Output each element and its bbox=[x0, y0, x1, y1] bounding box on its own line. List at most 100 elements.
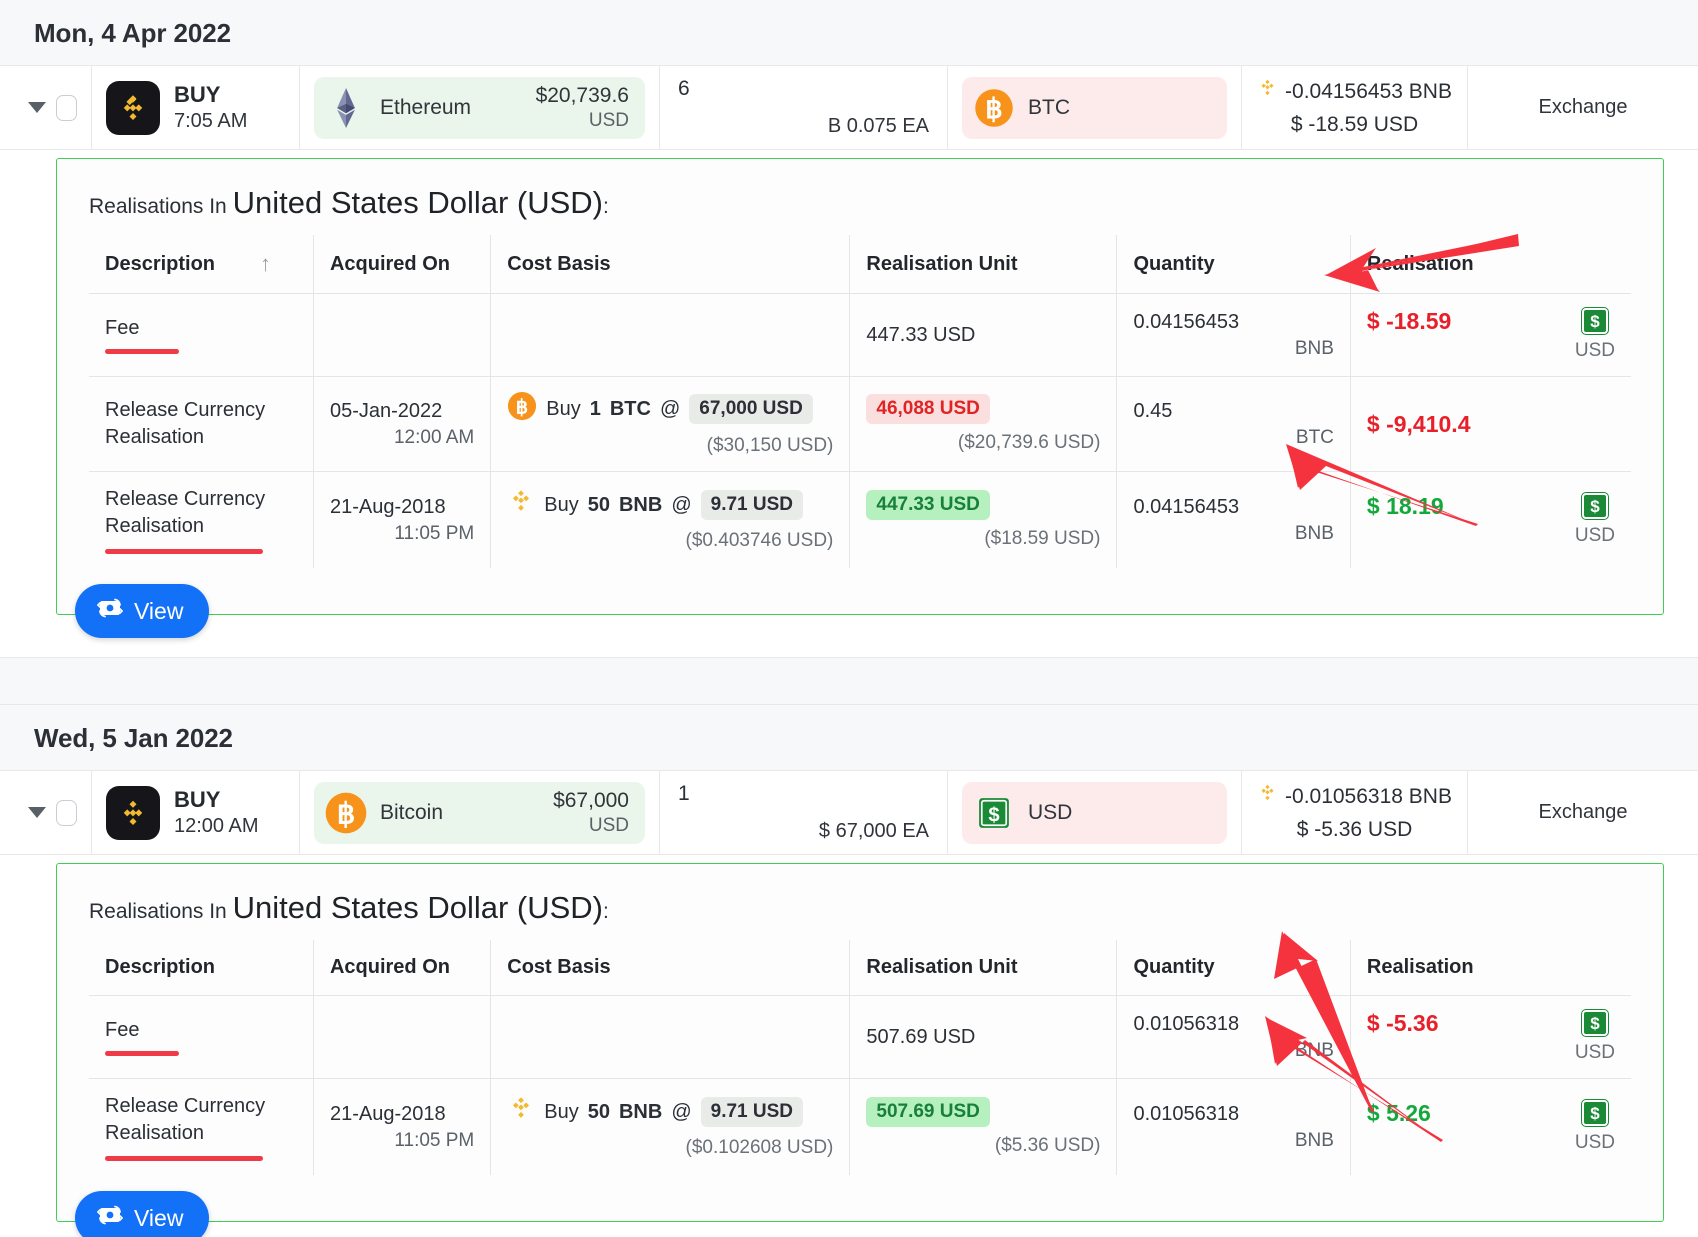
incoming-asset-amount-group: $67,000 USD bbox=[553, 789, 629, 837]
view-button-label: View bbox=[134, 1204, 184, 1231]
realisation-unit-subtotal: ($5.36 USD) bbox=[994, 1135, 1101, 1156]
column-header-realisation[interactable]: Realisation bbox=[1350, 235, 1631, 294]
svg-text:฿: ฿ bbox=[337, 798, 355, 830]
incoming-asset-cell: ฿ Bitcoin $67,000 USD bbox=[300, 771, 660, 854]
view-button[interactable]: View bbox=[75, 584, 210, 638]
fee-fiat: $ -18.59 USD bbox=[1290, 113, 1419, 136]
description-underline-annotation bbox=[105, 1156, 263, 1161]
day-header: Mon, 4 Apr 2022 bbox=[0, 0, 1698, 66]
source-label: Exchange bbox=[1538, 801, 1628, 823]
cell-description: Release Currency Realisation bbox=[89, 376, 314, 472]
column-header-realisation[interactable]: Realisation bbox=[1350, 940, 1631, 996]
realisation-value: $ -18.59 bbox=[1366, 308, 1452, 334]
incoming-asset-name: Ethereum bbox=[380, 95, 472, 119]
acquired-date: 21-Aug-2018 bbox=[329, 495, 446, 518]
usd-icon: $ bbox=[1581, 308, 1608, 334]
cell-realisation: $ 5.26 $ USD bbox=[1350, 1079, 1631, 1176]
outgoing-asset-cell: $ USD bbox=[948, 771, 1242, 854]
acquired-date: 05-Jan-2022 bbox=[329, 399, 443, 422]
cell-description: Fee bbox=[89, 995, 314, 1079]
fee-amount-group: -0.01056318 BNB bbox=[1257, 783, 1452, 810]
panel-title-prefix: Realisations In bbox=[89, 195, 227, 218]
row-select-checkbox[interactable] bbox=[56, 94, 77, 121]
transaction-type-cell: BUY 12:00 AM bbox=[92, 771, 300, 854]
quantity-value: 0.45 bbox=[1133, 399, 1173, 422]
transaction-type-text: BUY 7:05 AM bbox=[174, 82, 248, 133]
transaction-time: 12:00 AM bbox=[174, 815, 259, 838]
bnb-icon bbox=[1257, 783, 1278, 810]
outgoing-asset-cell: ฿ BTC bbox=[948, 66, 1242, 149]
cost-subtotal: ($30,150 USD) bbox=[706, 435, 834, 456]
description-underline-annotation bbox=[105, 348, 179, 354]
quantity-unit: BTC bbox=[1295, 426, 1334, 448]
realisation-unit-value: 507.69 USD bbox=[866, 1025, 976, 1048]
description-underline-annotation bbox=[105, 1050, 179, 1056]
outgoing-asset-pill: $ USD bbox=[962, 781, 1227, 844]
cell-realisation-unit: 46,088 USD ($20,739.6 USD) bbox=[849, 376, 1118, 472]
bitcoin-icon: ฿ bbox=[324, 791, 368, 835]
cell-quantity: 0.04156453 BNB bbox=[1116, 471, 1351, 568]
column-header-cost-basis[interactable]: Cost Basis bbox=[490, 940, 851, 996]
column-header-realisation-unit[interactable]: Realisation Unit bbox=[849, 235, 1118, 294]
quantity-value: 0.04156453 bbox=[1133, 495, 1240, 518]
incoming-asset-amount: $20,739.6 bbox=[535, 83, 629, 107]
cell-acquired-on: 21-Aug-2018 11:05 PM bbox=[313, 1078, 492, 1175]
cost-asset: BNB bbox=[618, 1100, 663, 1123]
cell-acquired-on: 05-Jan-2022 12:00 AM bbox=[313, 376, 492, 472]
usd-icon: $ bbox=[1581, 493, 1608, 519]
cell-realisation: $ -5.36 $ USD bbox=[1350, 995, 1631, 1079]
cell-cost-basis bbox=[490, 293, 851, 377]
transaction-summary-row[interactable]: BUY 7:05 AM Ethereum $20,739.6 USD 6 B 0… bbox=[0, 66, 1698, 150]
bnb-icon bbox=[1257, 78, 1278, 105]
cost-subtotal: ($0.403746 USD) bbox=[685, 530, 834, 551]
column-header-realisation-unit[interactable]: Realisation Unit bbox=[849, 940, 1118, 996]
column-header-acquired-on[interactable]: Acquired On bbox=[313, 940, 492, 996]
cost-action: Buy bbox=[546, 397, 581, 420]
outgoing-asset-pill: ฿ BTC bbox=[962, 76, 1227, 139]
panel-title-suffix: : bbox=[603, 195, 609, 218]
view-button[interactable]: View bbox=[75, 1191, 210, 1237]
transaction-time: 7:05 AM bbox=[174, 110, 248, 133]
description-text: Fee bbox=[105, 1018, 140, 1041]
column-header-description[interactable]: Description bbox=[89, 940, 314, 996]
panel-title: Realisations In United States Dollar (US… bbox=[89, 185, 1631, 221]
column-header-description[interactable]: Description ↑ bbox=[89, 235, 314, 294]
fee-amount-group: -0.04156453 BNB bbox=[1257, 78, 1452, 105]
sort-ascending-icon[interactable]: ↑ bbox=[260, 251, 271, 277]
column-header-quantity[interactable]: Quantity bbox=[1116, 235, 1351, 294]
quantity-unit: BNB bbox=[1294, 1039, 1334, 1061]
quantity-value: 0.01056318 bbox=[1133, 1012, 1240, 1035]
cost-price-chip: 9.71 USD bbox=[700, 490, 804, 520]
svg-text:$: $ bbox=[988, 804, 999, 826]
ethereum-icon bbox=[324, 86, 368, 130]
bnb-icon bbox=[507, 488, 535, 522]
description-text: Release Currency Realisation bbox=[105, 1095, 266, 1144]
expand-collapse-caret-icon[interactable] bbox=[28, 102, 46, 113]
incoming-asset-currency: USD bbox=[588, 109, 629, 131]
column-header-acquired-on[interactable]: Acquired On bbox=[313, 235, 492, 294]
row-select-checkbox[interactable] bbox=[56, 799, 77, 826]
quantity-value: 0.04156453 bbox=[1133, 310, 1240, 333]
expand-collapse-caret-icon[interactable] bbox=[28, 807, 46, 818]
cell-quantity: 0.04156453 BNB bbox=[1116, 293, 1351, 377]
column-header-quantity[interactable]: Quantity bbox=[1116, 940, 1351, 996]
quantity-unit: BNB bbox=[1294, 522, 1334, 544]
description-text: Release Currency Realisation bbox=[105, 488, 266, 537]
cell-quantity: 0.01056318 BNB bbox=[1116, 1078, 1351, 1175]
incoming-asset-amount-group: $20,739.6 USD bbox=[536, 84, 629, 132]
realisation-currency: USD bbox=[1574, 1042, 1615, 1063]
cell-quantity: 0.45 BTC bbox=[1116, 376, 1351, 472]
panel-title: Realisations In United States Dollar (US… bbox=[89, 890, 1631, 926]
realisation-unit-subtotal: ($20,739.6 USD) bbox=[957, 432, 1101, 453]
transaction-summary-row[interactable]: BUY 12:00 AM ฿ Bitcoin $67,000 USD 1 $ 6… bbox=[0, 771, 1698, 855]
realisation-value: $ -9,410.4 bbox=[1366, 410, 1471, 437]
realisation-value: $ 18.19 bbox=[1366, 493, 1444, 519]
realisations-panel-wrap: Realisations In United States Dollar (US… bbox=[0, 158, 1698, 638]
unit-price: B 0.075 EA bbox=[827, 115, 929, 137]
quantity-value: 1 bbox=[678, 782, 690, 805]
column-header-cost-basis[interactable]: Cost Basis bbox=[490, 235, 851, 294]
svg-text:฿: ฿ bbox=[985, 93, 1003, 124]
realisations-panel: Realisations In United States Dollar (US… bbox=[56, 158, 1664, 638]
table-row: Release Currency Realisation 05-Jan-2022… bbox=[89, 376, 1631, 472]
transaction-type-label: BUY bbox=[174, 786, 221, 812]
